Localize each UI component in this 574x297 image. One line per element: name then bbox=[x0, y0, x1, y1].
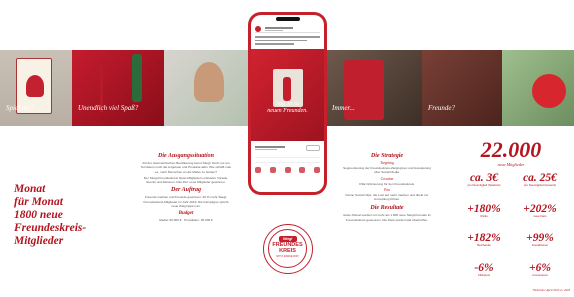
watch-icon[interactable] bbox=[269, 167, 276, 173]
post-footer bbox=[255, 145, 320, 153]
home-icon[interactable] bbox=[255, 167, 261, 173]
footnote: *Zeitraum: April 2019 vs. 2018 bbox=[532, 288, 570, 292]
market-icon[interactable] bbox=[284, 167, 291, 173]
big-stat-value: 22.000 bbox=[480, 137, 542, 162]
big-stat-label: neue Mitglieder bbox=[497, 162, 525, 167]
photo-tile-balloon bbox=[502, 50, 574, 126]
person-image bbox=[194, 62, 224, 102]
paragraph: 2/3 der österreichischen Bevölkerung ken… bbox=[140, 161, 232, 174]
bottle-image bbox=[132, 54, 142, 102]
section-title: Die Ausgangssituation bbox=[158, 153, 214, 159]
paragraph: Freunde machen und Freunde gewinnen: 20 … bbox=[143, 195, 229, 209]
headline: Monat für Monat 1800 neue Freundeskreis-… bbox=[14, 183, 87, 247]
section-title: Die Resultate bbox=[370, 205, 404, 212]
stat-item: +202% neue Fans bbox=[523, 203, 557, 218]
photo-tile-pour: Unendlich viel Spaß? bbox=[72, 50, 164, 126]
photo-tile-friends: Freunde? bbox=[422, 50, 502, 126]
photo-tile-card: Spiel mit! bbox=[0, 50, 72, 126]
bell-icon[interactable] bbox=[299, 167, 306, 173]
phone-screen: Sag Ja zu neuen Freunden. bbox=[251, 15, 324, 192]
tab-bar[interactable] bbox=[255, 167, 320, 177]
media-overlay-text: Sag Ja zu neuen Freunden. bbox=[267, 101, 308, 114]
photo-caption: Spiel mit! bbox=[6, 104, 34, 112]
photo-caption: Immer... bbox=[332, 104, 355, 112]
stat-item: +99% Interaktionen bbox=[526, 232, 554, 247]
freundeskreis-badge: Stiegl FREUNDES KREIS MIT 6 DANKE DIR! bbox=[263, 224, 313, 274]
photo-caption: Freunde? bbox=[428, 104, 455, 112]
post-header bbox=[255, 25, 320, 33]
stat-item: ca. 25€ pro Neumitglied (Gesamt) bbox=[523, 172, 557, 187]
post-media[interactable]: Sag Ja zu neuen Freunden. bbox=[251, 49, 324, 141]
photo-tile-person bbox=[164, 50, 248, 126]
post-actions[interactable] bbox=[255, 157, 320, 163]
section-title: Die Strategie bbox=[370, 153, 404, 159]
menu-icon[interactable] bbox=[314, 167, 320, 173]
balloon-image bbox=[532, 74, 566, 108]
cta-button[interactable] bbox=[306, 145, 320, 151]
stat-item: ca. 3€ pro Neumitglied (Spielzeit) bbox=[467, 172, 501, 187]
avatar bbox=[255, 26, 261, 32]
section-title: Budget bbox=[178, 211, 194, 217]
post-text bbox=[255, 36, 320, 46]
phone-mockup: Sag Ja zu neuen Freunden. bbox=[248, 12, 327, 195]
phone-notch bbox=[276, 17, 300, 21]
photo-tile-fridge: Immer... bbox=[326, 50, 422, 126]
stat-item: +6% Conversions bbox=[529, 262, 551, 277]
situation-column: Die Ausgangssituation 2/3 der österreich… bbox=[140, 153, 232, 223]
stat-item: +182% Reichweite bbox=[467, 232, 501, 247]
paragraph: Media: 60.000 € · Produktion: 25.000 € bbox=[159, 218, 213, 223]
case-study-poster: Spiel mit! Unendlich viel Spaß? Immer...… bbox=[0, 0, 574, 297]
paragraph: Der Stiegl-Freundeskreis bietet Mitglied… bbox=[143, 175, 229, 185]
stat-item: +180% Klicks bbox=[467, 203, 501, 218]
photo-caption: Unendlich viel Spaß? bbox=[78, 104, 139, 112]
stat-item: -6% Klickpreis bbox=[474, 262, 494, 277]
section-title: Der Auftrag bbox=[171, 187, 201, 194]
strategy-column: Die Strategie Targeting Segmentierung de… bbox=[340, 153, 434, 222]
